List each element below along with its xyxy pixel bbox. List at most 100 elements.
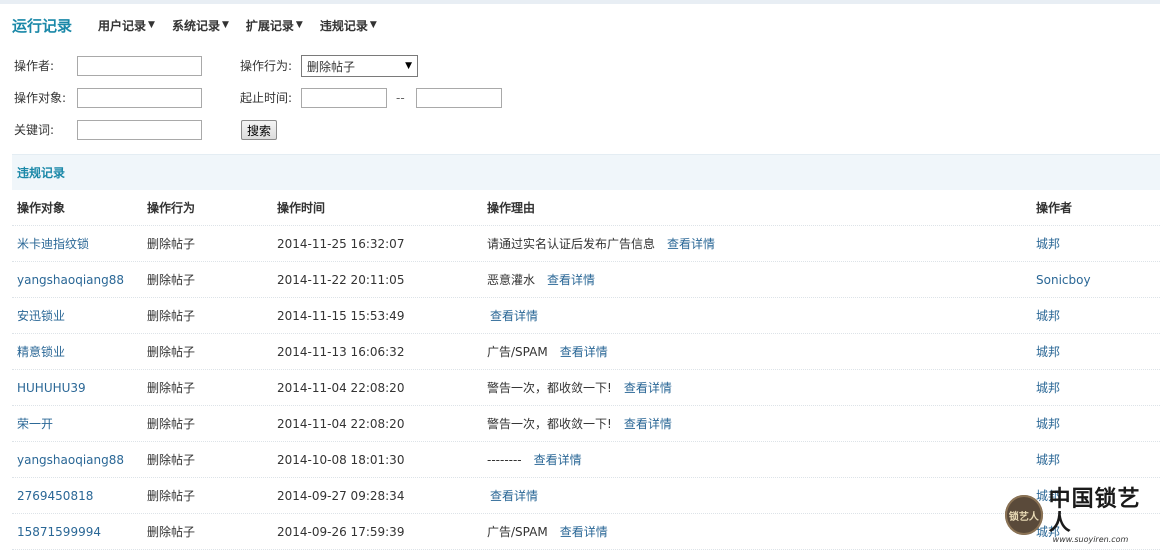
reason-text: 警告一次，都收敛一下! [487,417,612,431]
view-detail-link[interactable]: 查看详情 [534,453,582,467]
table-header-row: 操作对象 操作行为 操作时间 操作理由 操作者 [12,190,1160,226]
time-cell: 2014-11-22 20:11:05 [277,272,405,287]
reason-text: 警告一次，都收敛一下! [487,381,612,395]
target-link[interactable]: yangshaoqiang88 [17,453,124,467]
caret-down-icon: ▼ [221,20,229,30]
operator-link[interactable]: 城邦 [1036,453,1060,467]
time-separator: -- [396,91,405,105]
nav-item-user-records[interactable]: 用户记录 ▼ [98,17,155,34]
page-title: 运行记录 [12,16,73,35]
search-button[interactable]: 搜索 [241,120,277,140]
target-input[interactable] [77,88,202,108]
column-header-reason: 操作理由 [487,201,536,215]
view-detail-link[interactable]: 查看详情 [560,345,608,359]
site-watermark: 锁艺人 中国锁艺人 www.suoyiren.com [1005,487,1157,544]
operator-link[interactable]: Sonicboy [1036,273,1091,287]
action-cell: 删除帖子 [147,489,196,503]
section-header: 违规记录 [12,154,1160,190]
reason-text: 请通过实名认证后发布广告信息 [487,237,656,251]
operator-link[interactable]: 城邦 [1036,237,1060,251]
reason-cell: -------- 查看详情 [482,451,1031,468]
table-row: 15871599994 删除帖子 2014-09-26 17:59:39 广告/SPA… [12,514,1160,550]
table-row: 安迅锁业 删除帖子 2014-11-15 15:53:49 查看详情 城邦 [12,298,1160,334]
nav-item-violation-records[interactable]: 违规记录 ▼ [320,17,377,34]
nav-item-extension-records[interactable]: 扩展记录 ▼ [246,17,303,34]
nav-item-system-records[interactable]: 系统记录 ▼ [172,17,229,34]
reason-cell: 广告/SPAM 查看详情 [482,343,1031,360]
operator-input[interactable] [77,56,202,76]
nav-item-label: 用户记录 [98,18,147,33]
table-body: 米卡迪指纹锁 删除帖子 2014-11-25 16:32:07 请通过实名认证后发布广… [12,226,1160,550]
operator-link[interactable]: 城邦 [1036,417,1060,431]
caret-down-icon: ▼ [148,20,155,30]
nav-item-label: 系统记录 [171,18,220,33]
column-header-target: 操作对象 [17,201,66,215]
keyword-input[interactable] [77,120,202,140]
reason-cell: 查看详情 [482,307,1031,324]
target-link[interactable]: 米卡迪指纹锁 [17,237,89,251]
nav-item-label: 违规记录 [319,18,368,33]
time-cell: 2014-11-13 16:06:32 [277,344,405,359]
action-select[interactable]: 删除帖子 ▼ [301,55,418,77]
dropdown-arrow-icon: ▼ [405,61,412,71]
target-link[interactable]: 荣一开 [17,417,53,431]
action-cell: 删除帖子 [147,273,196,287]
view-detail-link[interactable]: 查看详情 [667,237,715,251]
operator-label: 操作者: [14,59,55,73]
time-cell: 2014-11-04 22:08:20 [277,380,405,395]
view-detail-link[interactable]: 查看详情 [560,525,608,539]
view-detail-link[interactable]: 查看详情 [490,489,538,503]
reason-cell: 警告一次，都收敛一下! 查看详情 [482,379,1031,396]
time-cell: 2014-09-27 09:28:34 [277,488,405,503]
target-link[interactable]: HUHUHU39 [17,381,86,395]
logo-seal: 锁艺人 [1005,495,1043,535]
watermark-text: 中国锁艺人 www.suoyiren.com [1049,487,1157,544]
time-cell: 2014-11-04 22:08:20 [277,416,405,431]
reason-cell: 警告一次，都收敛一下! 查看详情 [482,415,1031,432]
nav-item-label: 扩展记录 [245,18,294,33]
reason-cell: 请通过实名认证后发布广告信息 查看详情 [482,235,1031,252]
column-header-action: 操作行为 [147,201,196,215]
target-link[interactable]: 安迅锁业 [17,309,65,323]
action-cell: 删除帖子 [147,381,196,395]
reason-text: 恶意灌水 [487,273,536,287]
operator-link[interactable]: 城邦 [1036,309,1060,323]
watermark-url: www.suoyiren.com [1052,534,1129,544]
action-cell: 删除帖子 [147,525,196,539]
action-cell: 删除帖子 [147,417,196,431]
target-link[interactable]: 15871599994 [17,525,101,539]
time-range-label: 起止时间: [240,91,293,105]
action-label: 操作行为: [240,59,293,73]
table-row: 荣一开 删除帖子 2014-11-04 22:08:20 警告一次，都收敛一下! 查看详… [12,406,1160,442]
reason-cell: 恶意灌水 查看详情 [482,271,1031,288]
reason-text: 广告/SPAM [487,345,548,359]
table-row: 米卡迪指纹锁 删除帖子 2014-11-25 16:32:07 请通过实名认证后发布广… [12,226,1160,262]
table-row: 2769450818 删除帖子 2014-09-27 09:28:34 查看详情 城邦 [12,478,1160,514]
target-link[interactable]: 精意锁业 [17,345,65,359]
target-label: 操作对象: [14,91,67,105]
view-detail-link[interactable]: 查看详情 [547,273,595,287]
action-cell: 删除帖子 [147,237,196,251]
top-nav: 运行记录 用户记录 ▼ 系统记录 ▼ 扩展记录 ▼ 违规记录 ▼ [12,14,394,36]
end-time-input[interactable] [416,88,502,108]
reason-text: -------- [487,453,522,467]
view-detail-link[interactable]: 查看详情 [624,381,672,395]
table-row: HUHUHU39 删除帖子 2014-11-04 22:08:20 警告一次，都收敛一… [12,370,1160,406]
caret-down-icon: ▼ [295,20,303,30]
records-table: 操作对象 操作行为 操作时间 操作理由 操作者 米卡迪指纹锁 删除帖子 2014-1… [12,190,1160,550]
view-detail-link[interactable]: 查看详情 [624,417,672,431]
view-detail-link[interactable]: 查看详情 [490,309,538,323]
time-cell: 2014-11-15 15:53:49 [277,308,405,323]
action-cell: 删除帖子 [147,309,196,323]
operator-link[interactable]: 城邦 [1036,345,1060,359]
time-cell: 2014-11-25 16:32:07 [277,236,405,251]
target-link[interactable]: yangshaoqiang88 [17,273,124,287]
start-time-input[interactable] [301,88,387,108]
top-bar [0,0,1160,4]
column-header-time: 操作时间 [277,201,326,215]
table-row: 精意锁业 删除帖子 2014-11-13 16:06:32 广告/SPAM 查看详情 城邦 [12,334,1160,370]
table-row: yangshaoqiang88 删除帖子 2014-10-08 18:01:30 --… [12,442,1160,478]
target-link[interactable]: 2769450818 [17,489,93,503]
operator-link[interactable]: 城邦 [1036,381,1060,395]
time-cell: 2014-10-08 18:01:30 [277,452,405,467]
